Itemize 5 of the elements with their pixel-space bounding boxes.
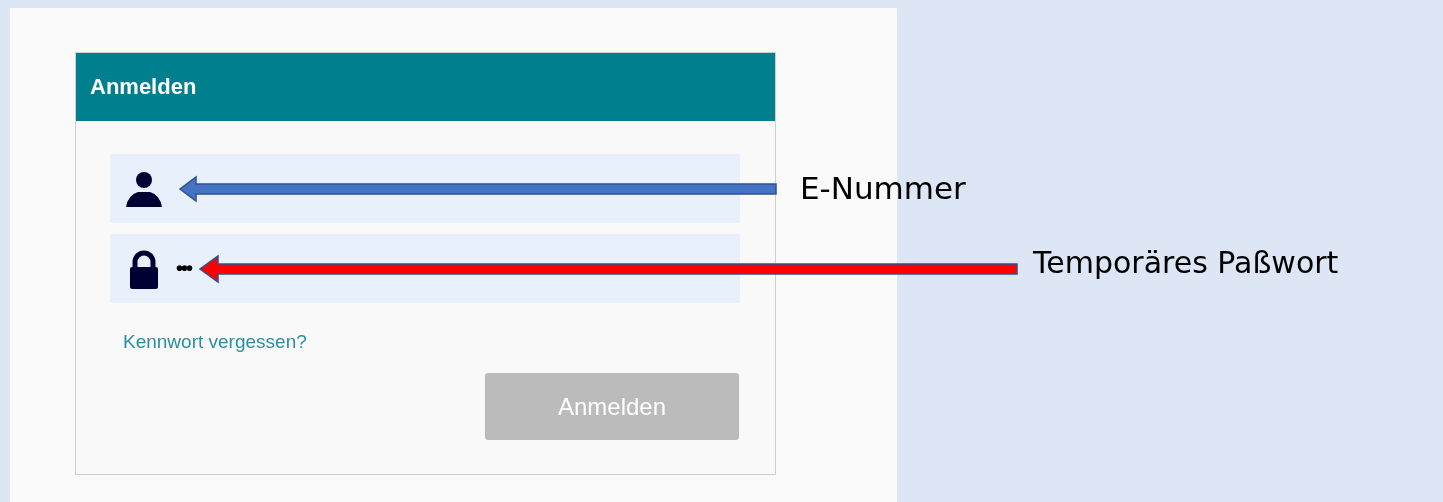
password-dots: ••• [176,257,191,280]
forgot-password-link[interactable]: Kennwort vergessen? [123,331,307,353]
annotation-label: Temporäres Paßwort [1033,245,1339,280]
card-title: Anmelden [90,74,197,100]
annotation-label: E-Nummer [800,170,966,206]
